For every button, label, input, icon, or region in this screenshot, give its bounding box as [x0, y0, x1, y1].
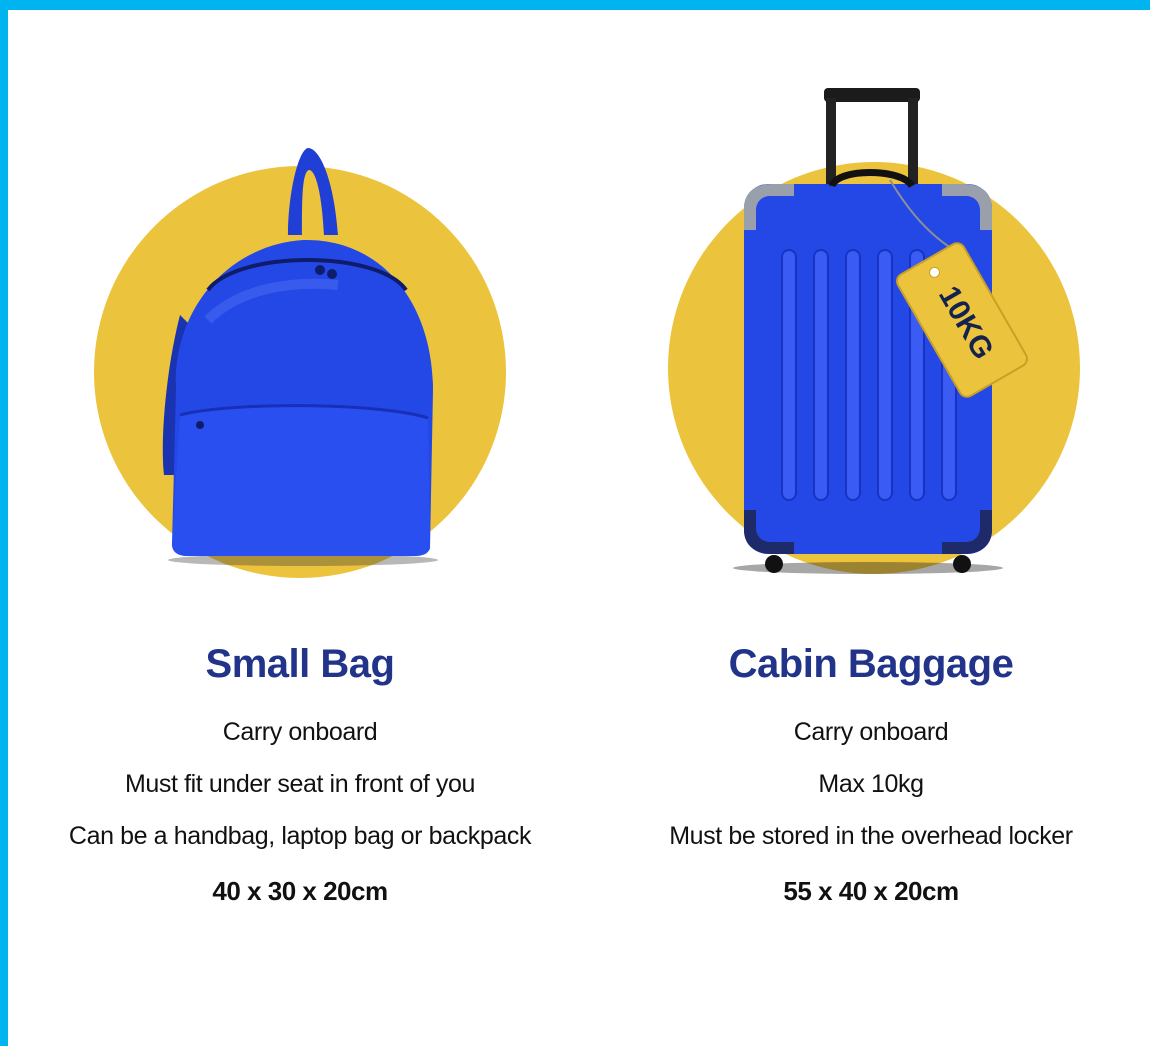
cabin-baggage-line-locker: Must be stored in the overhead locker: [669, 822, 1073, 850]
suitcase-illustration: 10KG: [668, 88, 1080, 574]
small-bag-line-types: Can be a handbag, laptop bag or backpack: [68, 822, 532, 850]
small-bag-line-fit: Must fit under seat in front of you: [124, 770, 476, 798]
small-bag-title: Small Bag: [205, 642, 395, 686]
cabin-baggage-line-carry: Carry onboard: [793, 718, 949, 746]
backpack-illustration: [94, 148, 506, 578]
page-frame: Small Bag Carry onboard Must fit under s…: [8, 10, 1150, 1046]
small-bag-dimensions: 40 x 30 x 20cm: [212, 876, 388, 906]
cabin-baggage-line-weight: Max 10kg: [818, 770, 924, 798]
cabin-baggage-title: Cabin Baggage: [728, 642, 1014, 686]
small-bag-line-carry: Carry onboard: [222, 718, 378, 746]
cabin-baggage-dimensions: 55 x 40 x 20cm: [783, 876, 959, 906]
